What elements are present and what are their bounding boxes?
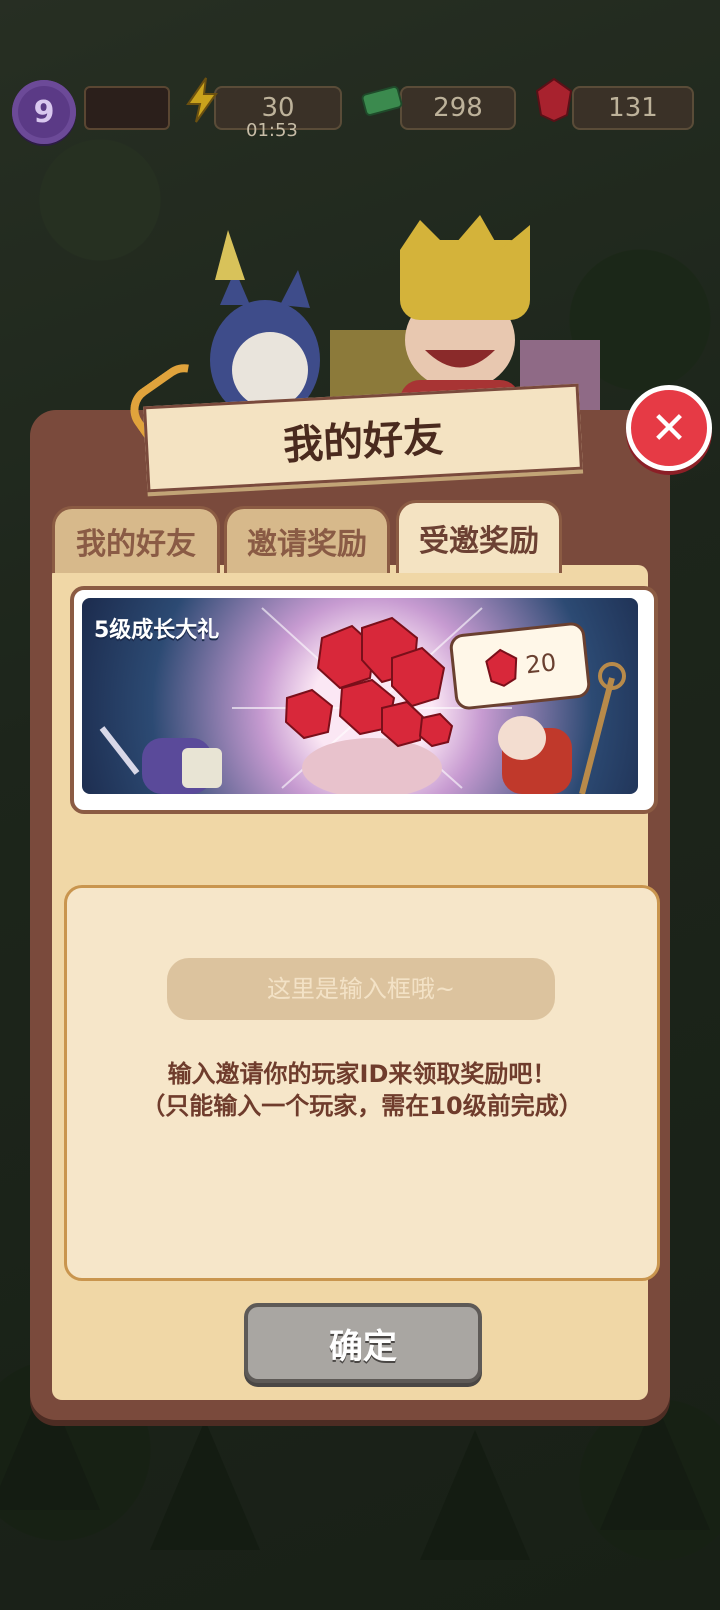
energy-value: 30 bbox=[261, 93, 295, 123]
instruction-line-1: 输入邀请你的玩家ID来领取奖励吧！ bbox=[167, 1060, 557, 1088]
reward-amount-bubble: 20 bbox=[448, 621, 592, 711]
inviter-id-input[interactable] bbox=[167, 958, 555, 1020]
gem-counter[interactable]: 131 bbox=[572, 86, 694, 130]
cash-counter[interactable]: 298 bbox=[400, 86, 516, 130]
player-level: 9 bbox=[33, 94, 55, 130]
gem-icon bbox=[484, 648, 517, 687]
xp-bar bbox=[84, 86, 170, 130]
energy-timer: 01:53 bbox=[246, 120, 298, 141]
instructions-text: 输入邀请你的玩家ID来领取奖励吧！ （只能输入一个玩家，需在10级前完成） bbox=[127, 1058, 597, 1122]
tab-label: 受邀奖励 bbox=[419, 524, 539, 559]
reward-illustration: 5级成长大礼 20 bbox=[82, 598, 638, 794]
reward-gem-amount: 20 bbox=[524, 648, 558, 680]
confirm-button[interactable]: 确定 bbox=[244, 1303, 482, 1383]
dialog-tabs: 我的好友 邀请奖励 受邀奖励 bbox=[52, 500, 572, 573]
invite-code-panel: 输入邀请你的玩家ID来领取奖励吧！ （只能输入一个玩家，需在10级前完成） bbox=[64, 885, 660, 1281]
cash-value: 298 bbox=[433, 93, 483, 123]
gem-icon bbox=[532, 76, 576, 124]
reward-banner: 5级成长大礼 20 bbox=[70, 586, 658, 814]
tab-my-friends[interactable]: 我的好友 bbox=[52, 506, 220, 573]
gem-value: 131 bbox=[608, 93, 658, 123]
close-icon: ✕ bbox=[650, 402, 688, 454]
player-level-badge[interactable]: 9 bbox=[12, 80, 76, 144]
tab-label: 我的好友 bbox=[76, 527, 196, 562]
dialog-title: 我的好友 bbox=[282, 414, 445, 470]
cash-icon bbox=[360, 76, 404, 124]
tab-invited-rewards[interactable]: 受邀奖励 bbox=[396, 500, 562, 573]
resource-bar: 9 30 01:53 298 131 bbox=[0, 77, 720, 144]
reward-title: 5级成长大礼 bbox=[94, 618, 220, 643]
tab-invite-rewards[interactable]: 邀请奖励 bbox=[224, 506, 390, 573]
lightning-icon bbox=[180, 76, 224, 124]
close-button[interactable]: ✕ bbox=[626, 385, 712, 471]
tab-label: 邀请奖励 bbox=[247, 527, 367, 562]
confirm-label: 确定 bbox=[329, 1326, 397, 1367]
instruction-line-2: （只能输入一个玩家，需在10级前完成） bbox=[141, 1092, 583, 1120]
